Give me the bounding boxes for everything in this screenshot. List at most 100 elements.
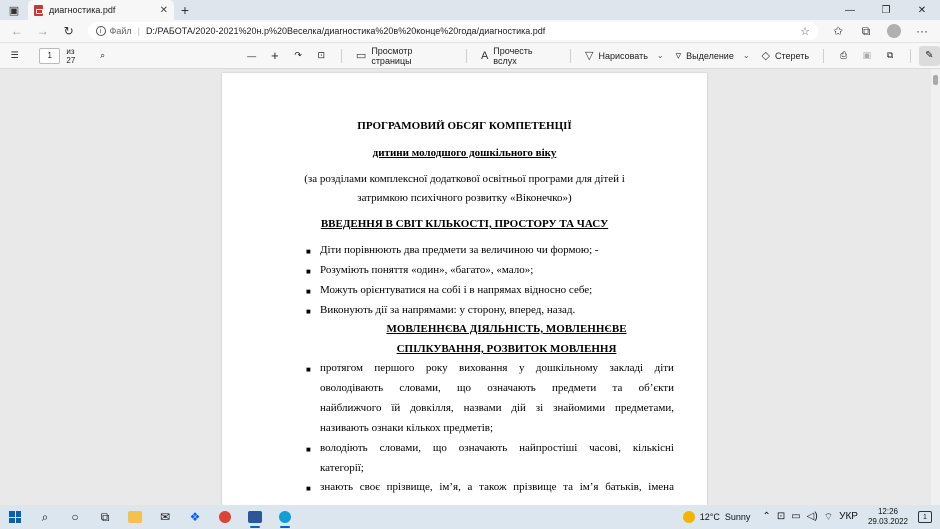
url-text[interactable]: D:/РАБОТА/2020-2021%20н.р%20Веселка/диаг… bbox=[146, 26, 800, 36]
bullet-icon: ■ bbox=[306, 445, 311, 454]
chevron-up-icon[interactable]: ⌃ bbox=[762, 511, 770, 524]
list-item: Розуміють поняття «один», «багато», «мал… bbox=[320, 264, 534, 276]
document-subtitle: дитини молодшого дошкільного віку bbox=[372, 147, 557, 159]
url-field[interactable]: i Файл | D:/РАБОТА/2020-2021%20н.р%20Вес… bbox=[87, 22, 819, 40]
word: дошкільному bbox=[535, 362, 599, 374]
avatar[interactable] bbox=[880, 24, 908, 39]
page-view-button[interactable]: ▭ Просмотр страницы bbox=[350, 46, 458, 66]
draw-button[interactable]: ▽ Нарисовать ⌄ bbox=[579, 49, 670, 62]
close-window-icon[interactable]: ✕ bbox=[904, 0, 940, 20]
save-icon[interactable]: ▣ bbox=[855, 42, 878, 69]
word: предмети bbox=[552, 382, 597, 394]
more-options-icon[interactable]: ··· bbox=[908, 24, 936, 39]
zoom-in-icon[interactable]: + bbox=[263, 42, 286, 69]
chevron-down-icon[interactable]: ⌄ bbox=[743, 51, 750, 60]
word: ім’я bbox=[579, 481, 599, 493]
word: також bbox=[479, 481, 507, 493]
word: знайомими bbox=[553, 402, 606, 414]
toolbar-divider bbox=[823, 48, 825, 63]
pin-toolbar-icon[interactable]: ✎ bbox=[918, 45, 940, 66]
info-icon[interactable]: i bbox=[95, 26, 106, 36]
pdf-viewer[interactable]: ПРОГРАМОВИЙ ОБСЯГ КОМПЕТЕНЦІЇ дитини мол… bbox=[0, 69, 940, 505]
refresh-icon[interactable]: ↻ bbox=[56, 20, 82, 42]
page-view-icon: ▭ bbox=[355, 50, 367, 62]
collections-icon[interactable]: ⧉ bbox=[852, 24, 880, 39]
word: імена bbox=[648, 481, 674, 493]
toolbar-divider bbox=[340, 48, 342, 63]
table-of-contents-icon[interactable]: ☰ bbox=[0, 42, 29, 69]
start-button[interactable] bbox=[0, 505, 30, 529]
new-tab-button[interactable]: + bbox=[174, 0, 196, 20]
word: та bbox=[612, 382, 623, 394]
highlight-icon: ▿ bbox=[675, 50, 682, 62]
bullet-icon: ■ bbox=[306, 484, 311, 493]
back-icon[interactable]: ← bbox=[4, 20, 30, 42]
edge-icon[interactable] bbox=[270, 505, 300, 529]
justified-line: найближчого їй довкілля, назвами дій зі знайом… bbox=[320, 402, 674, 414]
print-icon[interactable]: ⎙ bbox=[832, 42, 855, 69]
clock[interactable]: 12:26 29.03.2022 bbox=[868, 507, 908, 527]
chrome-icon[interactable] bbox=[210, 505, 240, 529]
task-view-icon[interactable]: ⧉ bbox=[90, 505, 120, 529]
word: закладі bbox=[609, 362, 644, 374]
file-explorer-icon[interactable] bbox=[120, 505, 150, 529]
window-controls: — ❐ ✕ bbox=[832, 0, 940, 20]
minimize-icon[interactable]: — bbox=[832, 0, 868, 20]
weather-widget[interactable]: 12°C Sunny bbox=[682, 511, 751, 523]
vertical-scrollbar[interactable] bbox=[931, 69, 940, 505]
language-indicator[interactable]: УКР bbox=[839, 511, 858, 524]
page-total: из 27 bbox=[66, 46, 76, 65]
read-aloud-icon: A bbox=[480, 49, 489, 62]
word-icon[interactable] bbox=[240, 505, 270, 529]
address-separator: | bbox=[137, 26, 141, 36]
tray-app-icon[interactable]: ⊡ bbox=[777, 511, 785, 524]
word: володіють bbox=[320, 442, 368, 454]
word: кількісні bbox=[632, 442, 674, 454]
address-scheme: Файл bbox=[109, 26, 132, 36]
save-as-icon[interactable]: ⧉ bbox=[878, 42, 901, 69]
weather-text: Sunny bbox=[724, 512, 751, 522]
clock-time: 12:26 bbox=[877, 507, 898, 516]
word: прізвище, bbox=[386, 481, 433, 493]
erase-button[interactable]: ◇ Стереть bbox=[756, 49, 816, 62]
word: предметами, bbox=[614, 402, 674, 414]
draw-icon: ▽ bbox=[584, 50, 594, 62]
word: виховання bbox=[459, 362, 508, 374]
search-icon[interactable]: ⌕ bbox=[30, 505, 60, 529]
fit-page-icon[interactable]: ⊡ bbox=[310, 42, 333, 69]
temperature: 12°C bbox=[699, 512, 720, 522]
word: своє bbox=[359, 481, 380, 493]
favorites-icon[interactable]: ✩ bbox=[824, 24, 852, 39]
battery-icon[interactable]: ▭ bbox=[791, 511, 800, 524]
taskbar: ⌕ ○ ⧉ ✉ ❖ 12°C Sunny ⌃ ⊡ ▭ ◁) ⌔ УКР 12:2… bbox=[0, 505, 940, 529]
favorite-star-icon[interactable]: ☆ bbox=[800, 25, 810, 38]
read-aloud-button[interactable]: A Прочесть вслух bbox=[475, 46, 562, 66]
section-1-heading: ВВЕДЕННЯ В СВІТ КІЛЬКОСТІ, ПРОСТОРУ ТА Ч… bbox=[320, 218, 609, 230]
word: їй bbox=[391, 402, 401, 414]
forward-icon[interactable]: → bbox=[30, 20, 56, 42]
word: протягом bbox=[320, 362, 363, 374]
bullet-icon: ■ bbox=[306, 247, 311, 256]
notifications-icon[interactable]: 1 bbox=[918, 511, 932, 523]
bullet-icon: ■ bbox=[306, 267, 311, 276]
tab-close-icon[interactable]: ✕ bbox=[160, 5, 168, 16]
word: прізвище bbox=[513, 481, 557, 493]
tab-actions-icon[interactable]: ▣ bbox=[0, 0, 28, 20]
word: словами, bbox=[399, 382, 441, 394]
volume-icon[interactable]: ◁) bbox=[807, 511, 818, 524]
zoom-out-icon[interactable]: — bbox=[240, 42, 263, 69]
search-icon[interactable]: ⌕ bbox=[91, 42, 114, 69]
dropbox-icon[interactable]: ❖ bbox=[180, 505, 210, 529]
word: найпростіші bbox=[519, 442, 578, 454]
scrollbar-thumb[interactable] bbox=[933, 75, 938, 85]
word: що bbox=[457, 382, 472, 394]
network-icon[interactable]: ⌔ bbox=[824, 511, 833, 524]
highlight-button[interactable]: ▿ Выделение ⌄ bbox=[670, 49, 756, 62]
rotate-icon[interactable]: ↷ bbox=[287, 42, 310, 69]
page-number-input[interactable]: 1 bbox=[39, 47, 61, 64]
maximize-icon[interactable]: ❐ bbox=[868, 0, 904, 20]
tab-active[interactable]: диагностика.pdf ✕ bbox=[28, 0, 174, 20]
chevron-down-icon[interactable]: ⌄ bbox=[657, 51, 664, 60]
cortana-icon[interactable]: ○ bbox=[60, 505, 90, 529]
mail-icon[interactable]: ✉ bbox=[150, 505, 180, 529]
